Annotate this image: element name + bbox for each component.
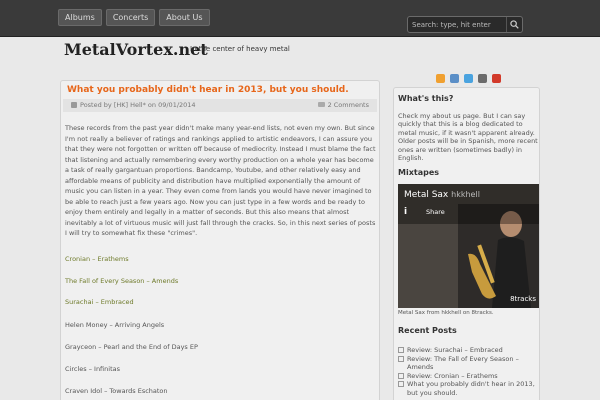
player-brand: 8tracks (510, 295, 536, 303)
delicious-icon[interactable] (450, 74, 459, 83)
list-item[interactable]: What you probably didn't hear in 2013, b… (398, 380, 538, 397)
post-meta: Posted by [HK] Hell* on 09/01/2014 (80, 101, 196, 109)
recent-posts-heading: Recent Posts (398, 326, 457, 335)
stumbleupon-icon[interactable] (492, 74, 501, 83)
recent-post-link[interactable]: Review: Cronian – Erathems (407, 372, 498, 381)
share-button[interactable]: Share (426, 208, 445, 216)
post-entry: Circles – Infinitas (65, 365, 120, 373)
player-caption[interactable]: Metal Sax from hkkhell on 8tracks. (398, 310, 494, 316)
post-entry-link[interactable]: The Fall of Every Season – Amends (65, 277, 178, 285)
post-meta-bar: Posted by [HK] Hell* on 09/01/2014 2 Com… (63, 99, 377, 112)
comments-link[interactable]: 2 Comments (317, 99, 369, 112)
site-title[interactable]: MetalVortex.net (64, 40, 208, 59)
post-paragraph: These records from the past year didn't … (65, 124, 376, 237)
search-box (407, 16, 523, 33)
list-item[interactable]: Review: Surachai – Embraced (398, 346, 538, 355)
search-icon (510, 20, 519, 29)
search-button[interactable] (506, 17, 522, 32)
post-entry-link[interactable]: Surachai – Embraced (65, 298, 134, 306)
mixtapes-heading: Mixtapes (398, 168, 439, 177)
rss-icon[interactable] (436, 74, 445, 83)
twitter-icon[interactable] (464, 74, 473, 83)
player-artwork (398, 184, 539, 308)
social-icons (436, 74, 501, 83)
bullet-icon (398, 347, 404, 353)
digg-icon[interactable] (478, 74, 487, 83)
recent-post-link[interactable]: Review: The Fall of Every Season – Amend… (407, 355, 538, 372)
post-entry-link[interactable]: Cronian – Erathems (65, 255, 129, 263)
top-bar: Albums Concerts About Us (0, 0, 600, 37)
player-title: Metal Sax hkkhell (404, 190, 480, 200)
recent-posts-list: Review: Surachai – Embraced Review: The … (398, 346, 538, 398)
main-nav: Albums Concerts About Us (58, 9, 210, 26)
about-text: Check my about us page. But I can say qu… (398, 112, 538, 163)
post-body: These records from the past year didn't … (65, 123, 377, 239)
site-tagline: In the center of heavy metal (190, 45, 290, 53)
recent-post-link[interactable]: Review: Surachai – Embraced (407, 346, 503, 355)
comments-count: 2 Comments (327, 101, 369, 109)
list-item[interactable]: Review: Cronian – Erathems (398, 372, 538, 381)
about-heading: What's this? (398, 94, 454, 103)
search-input[interactable] (408, 17, 506, 32)
post-entry: Helen Money – Arriving Angels (65, 321, 165, 329)
post-title[interactable]: What you probably didn't hear in 2013, b… (67, 85, 349, 95)
post-card: What you probably didn't hear in 2013, b… (60, 80, 380, 400)
bullet-icon (398, 372, 404, 379)
player-mix-name: Metal Sax (404, 190, 449, 200)
mixtape-player[interactable]: Metal Sax hkkhell i Share 8tracks (398, 184, 539, 308)
comment-icon (317, 102, 325, 107)
player-user: hkkhell (451, 190, 480, 199)
list-item[interactable]: Review: The Fall of Every Season – Amend… (398, 355, 538, 372)
post-entry: Grayceon – Pearl and the End of Days EP (65, 343, 198, 351)
bullet-icon (398, 381, 404, 388)
recent-post-link[interactable]: What you probably didn't hear in 2013, b… (407, 380, 538, 397)
author-icon (71, 102, 77, 108)
sidebar: What's this? Check my about us page. But… (393, 87, 540, 400)
nav-item-about-us[interactable]: About Us (159, 9, 210, 26)
post-entry: Craven Idol – Towards Eschaton (65, 387, 168, 395)
info-icon[interactable]: i (404, 207, 412, 217)
nav-item-albums[interactable]: Albums (58, 9, 102, 26)
nav-item-concerts[interactable]: Concerts (105, 9, 156, 26)
bullet-icon (398, 355, 404, 362)
